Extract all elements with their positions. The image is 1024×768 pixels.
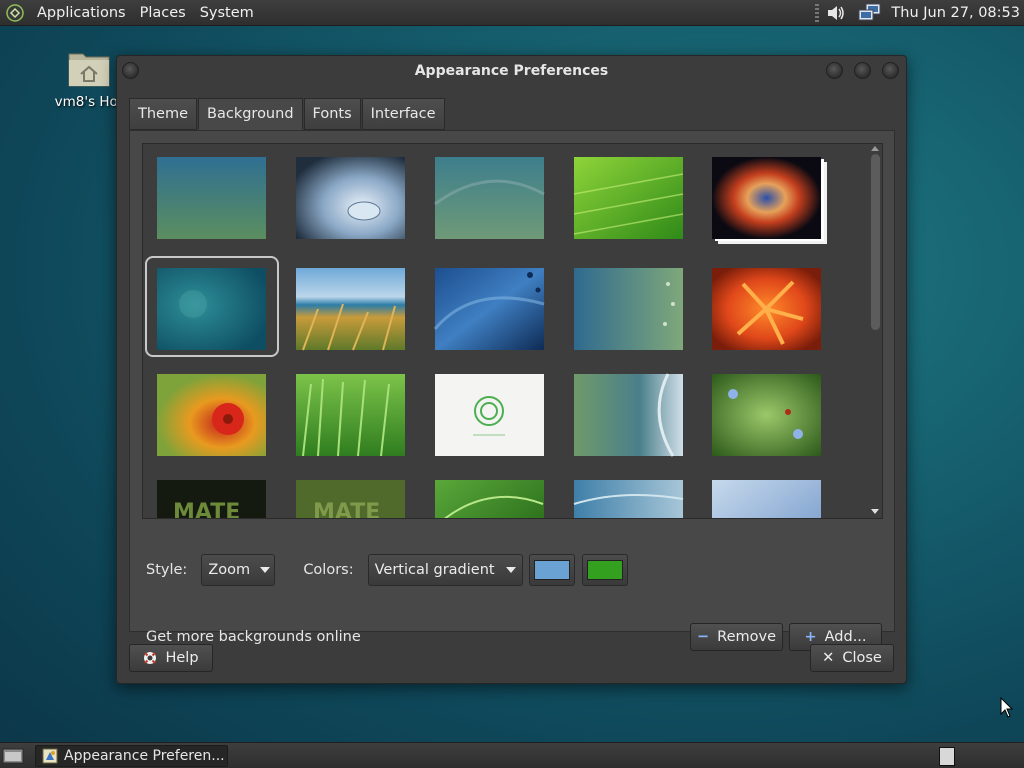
wallpaper-thumb-7[interactable] [296,268,405,351]
wallpaper-thumb-12[interactable] [296,374,405,457]
style-label: Style: [146,562,188,578]
close-button[interactable]: ✕ Close [810,644,894,672]
background-tab-panel: MATE MATE Style: Zoom Colors: Vertical g… [129,130,895,651]
appearance-preferences-window: Appearance Preferences Theme Background … [116,55,907,684]
primary-color-button[interactable] [528,554,575,586]
tab-bar: Theme Background Fonts Interface [129,98,446,130]
window-titlebar[interactable]: Appearance Preferences [117,56,906,88]
wallpaper-thumb-5[interactable] [712,157,827,244]
wallpaper-thumb-19[interactable] [573,480,684,519]
system-menu[interactable]: System [193,0,261,26]
colors-dropdown[interactable]: Vertical gradient [367,554,523,586]
maximize-button[interactable] [854,62,871,79]
tab-interface[interactable]: Interface [361,98,445,130]
minimize-button[interactable] [826,62,843,79]
minus-icon: − [697,629,710,645]
taskbar-task-label: Appearance Preferen... [64,748,225,764]
mate-green-logo-text: MATE [313,500,380,519]
chevron-down-icon [505,567,516,573]
wallpaper-thumb-2[interactable] [296,157,405,239]
top-panel: Applications Places System Thu Jun 27, 0… [0,0,1024,26]
help-button-label: Help [165,650,199,666]
chevron-down-icon [260,567,271,573]
tab-theme[interactable]: Theme [129,98,198,130]
home-folder-icon [68,53,110,87]
wallpaper-thumb-9[interactable] [574,268,683,350]
mate-menu-icon[interactable] [6,3,24,22]
close-icon: ✕ [822,650,835,666]
mouse-cursor-icon [1000,697,1014,718]
mate-dark-logo-text: MATE [173,500,240,519]
plus-icon: + [804,629,817,645]
primary-color-swatch [533,560,570,580]
tab-fonts[interactable]: Fonts [303,98,361,130]
wallpaper-grid: MATE MATE [142,143,883,519]
style-colors-row: Style: Zoom Colors: Vertical gradient [146,554,628,586]
wallpaper-thumb-13[interactable] [435,374,544,456]
panel-clock[interactable]: Thu Jun 27, 08:53 [891,5,1020,21]
wallpaper-thumb-17[interactable]: MATE [296,480,405,519]
network-icon[interactable] [857,3,883,23]
wallpaper-thumb-15[interactable] [712,374,821,456]
wallpaper-thumb-3[interactable] [434,157,545,239]
get-more-backgrounds-link[interactable]: Get more backgrounds online [146,629,361,645]
wallpaper-thumb-11[interactable] [157,374,266,456]
wallpaper-thumb-14[interactable] [574,373,683,457]
scroll-down-arrow-icon[interactable] [871,509,879,514]
workspace-switcher[interactable] [939,747,955,766]
selected-wallpaper-highlight [145,256,279,357]
remove-button-label: Remove [717,629,776,645]
add-button-label: Add... [824,629,867,645]
applications-menu[interactable]: Applications [30,0,133,26]
secondary-color-button[interactable] [581,554,628,586]
appearance-app-icon [42,748,58,764]
panel-tray: Thu Jun 27, 08:53 [809,0,1020,26]
wallpaper-thumb-18[interactable] [435,480,544,519]
secondary-color-swatch [586,560,623,580]
tab-background[interactable]: Background [198,98,303,130]
help-button[interactable]: Help [129,644,213,672]
wallpaper-thumb-16[interactable]: MATE [157,480,266,519]
places-menu[interactable]: Places [133,0,193,26]
panel-separator [815,4,820,22]
style-dropdown[interactable]: Zoom [201,554,276,586]
help-lifebuoy-icon [144,652,157,664]
wallpaper-thumb-4[interactable] [573,157,684,239]
scroll-up-arrow-icon[interactable] [871,146,879,151]
colors-label: Colors: [303,562,354,578]
show-desktop-icon[interactable] [2,747,24,765]
wallpaper-thumb-20[interactable] [712,480,821,519]
wallpaper-thumb-8[interactable] [433,268,545,350]
taskbar-appearance-preferences[interactable]: Appearance Preferen... [35,745,228,767]
wallpaper-thumb-1[interactable] [157,157,266,239]
window-title: Appearance Preferences [414,63,609,79]
window-close-button[interactable] [882,62,899,79]
wallpaper-thumb-10[interactable] [712,268,821,350]
style-dropdown-value: Zoom [208,562,251,578]
scrollbar-thumb[interactable] [871,154,880,330]
colors-dropdown-value: Vertical gradient [374,562,495,578]
volume-icon[interactable] [825,3,847,23]
wallpaper-scrollbar[interactable] [868,144,882,518]
bottom-panel: Appearance Preferen... [0,742,1024,768]
remove-button[interactable]: − Remove [690,623,783,651]
close-button-label: Close [842,650,882,666]
